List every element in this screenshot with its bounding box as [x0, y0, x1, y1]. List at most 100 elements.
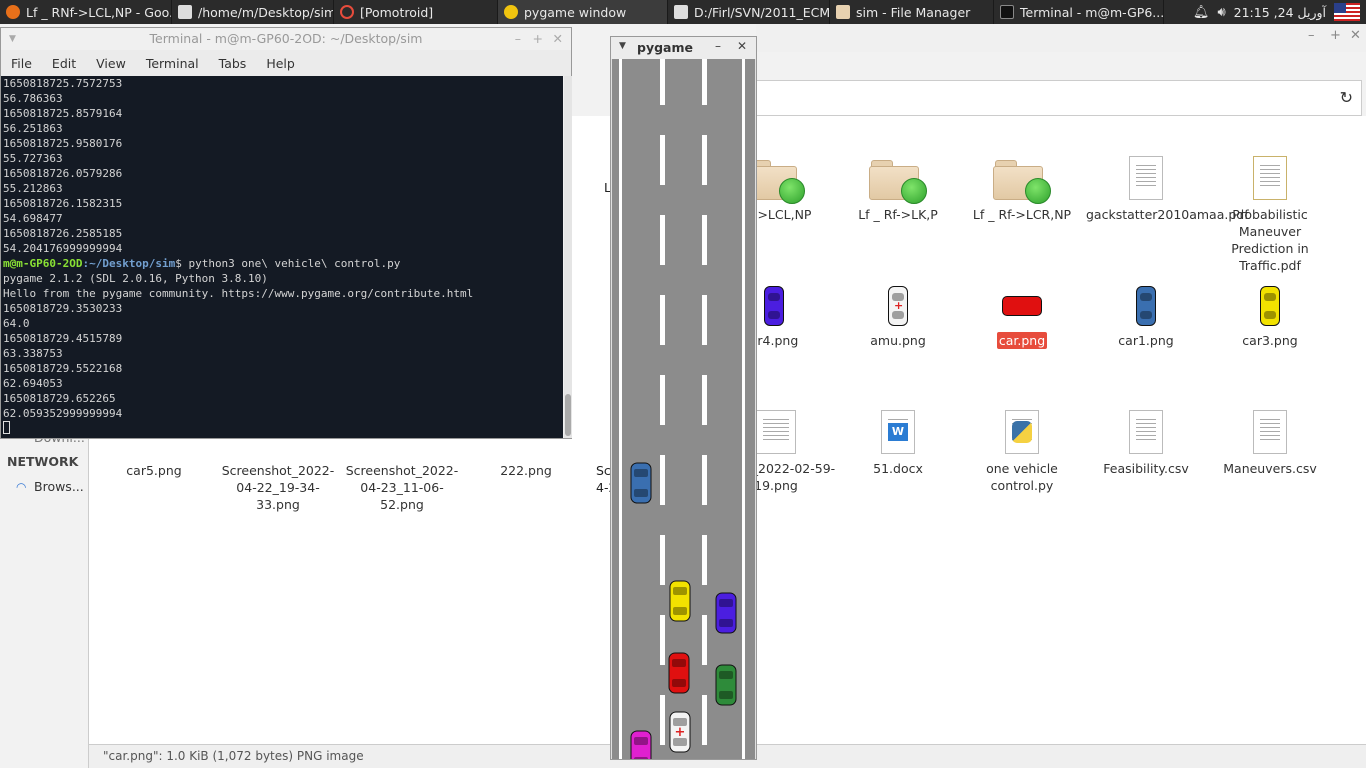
item-label: 51.docx — [873, 461, 923, 476]
window-menu-icon[interactable]: ▼ — [619, 41, 626, 51]
folder-item[interactable]: Lf _ Rf->LCR,NP — [960, 160, 1084, 223]
pomotroid-icon — [340, 5, 354, 19]
folder-icon — [993, 160, 1051, 204]
task-terminal[interactable]: Terminal - m@m-GP6... — [994, 0, 1164, 24]
csv-item[interactable]: Maneuvers.csv — [1208, 410, 1332, 477]
lane-dash — [702, 695, 707, 745]
menu-file[interactable]: File — [1, 56, 42, 71]
csv-item[interactable]: Feasibility.csv — [1084, 410, 1208, 477]
close-icon[interactable]: ✕ — [553, 28, 563, 50]
terminal-output[interactable]: 1650818725.7572753 56.786363 1650818725.85… — [1, 76, 563, 438]
image-item[interactable]: car5.png — [92, 462, 216, 479]
menu-terminal[interactable]: Terminal — [136, 56, 209, 71]
maximize-icon[interactable]: + — [1330, 28, 1341, 43]
minimize-icon[interactable]: – — [715, 39, 721, 53]
output-line: 63.338753 — [3, 347, 63, 360]
output-line: Hello from the pygame community. https:/… — [3, 287, 474, 300]
task-pomotroid[interactable]: [Pomotroid] — [334, 0, 498, 24]
task-document-viewer[interactable]: D:/Firl/SVN/2011_ECM... — [668, 0, 830, 24]
folder-item[interactable]: Lf _ Rf->LK,P — [836, 160, 960, 223]
item-label: Lf _ Rf->LCR,NP — [972, 207, 1072, 222]
output-line: 55.212863 — [3, 182, 63, 195]
firefox-icon — [6, 5, 20, 19]
ambulance-icon: + — [888, 286, 908, 326]
bell-icon[interactable]: 🔔︎ — [1193, 5, 1210, 20]
image-item[interactable]: car1.png — [1084, 286, 1208, 349]
minimize-icon[interactable]: – — [515, 28, 521, 50]
output-line: 1650818726.2585185 — [3, 227, 123, 240]
menu-edit[interactable]: Edit — [42, 56, 86, 71]
window-menu-icon[interactable]: ▼ — [9, 28, 16, 50]
csv-icon — [1129, 410, 1163, 454]
task-label: D:/Firl/SVN/2011_ECM... — [694, 4, 830, 20]
output-line: 56.251863 — [3, 122, 63, 135]
pdf-icon — [1129, 156, 1163, 200]
task-text-editor[interactable]: /home/m/Desktop/sim... — [172, 0, 334, 24]
item-label: car3.png — [1242, 333, 1298, 348]
folder-icon — [869, 160, 927, 204]
image-item[interactable]: 222.png — [464, 462, 588, 479]
docx-item[interactable]: W 51.docx — [836, 410, 960, 477]
car-window — [634, 737, 648, 745]
image-item[interactable]: car3.png — [1208, 286, 1332, 349]
scrollbar-thumb[interactable] — [565, 394, 571, 436]
menu-tabs[interactable]: Tabs — [209, 56, 257, 71]
item-label: car.png — [996, 332, 1048, 349]
task-firefox[interactable]: Lf _ RNf->LCL,NP - Goo... — [0, 0, 172, 24]
minimize-icon[interactable]: – — [1308, 28, 1315, 43]
pygame-titlebar[interactable]: ▼ pygame – ✕ — [611, 37, 756, 59]
task-label: pygame window — [524, 4, 627, 20]
car-window — [634, 757, 648, 765]
close-icon[interactable]: ✕ — [1350, 28, 1361, 43]
car-window — [719, 671, 733, 679]
pdf-item[interactable]: Probabilistic Maneuver Prediction in Tra… — [1208, 156, 1332, 274]
reload-icon[interactable]: ↻ — [1340, 88, 1353, 107]
terminal-titlebar[interactable]: ▼ Terminal - m@m-GP60-2OD: ~/Desktop/sim… — [1, 28, 571, 50]
image-item[interactable]: Screenshot_2022-04-22_19-34-33.png — [214, 462, 342, 513]
location-bar[interactable]: ↻ — [756, 80, 1362, 116]
road-scene: + — [612, 55, 755, 768]
task-pygame[interactable]: pygame window — [498, 0, 668, 24]
maximize-icon[interactable]: + — [533, 28, 543, 50]
lane-dash — [660, 615, 665, 665]
output-line: pygame 2.1.2 (SDL 2.0.16, Python 3.8.10) — [3, 272, 268, 285]
image-item[interactable]: + amu.png — [836, 286, 960, 349]
clock[interactable]: 21:15 ,24 آوریل — [1234, 5, 1326, 20]
python-icon — [1005, 410, 1039, 454]
menu-help[interactable]: Help — [256, 56, 305, 71]
image-item[interactable]: Screenshot_2022-04-23_11-06-52.png — [338, 462, 466, 513]
image-item[interactable]: car.png — [960, 286, 1084, 349]
pdf-icon — [1253, 156, 1287, 200]
car-window — [719, 691, 733, 699]
lane-dash — [660, 375, 665, 425]
task-file-manager[interactable]: sim - File Manager — [830, 0, 994, 24]
output-line: 62.694053 — [3, 377, 63, 390]
file-manager-titlebar[interactable]: – + ✕ — [756, 24, 1366, 52]
green-car — [715, 664, 737, 706]
sidebar-item-browse[interactable]: Brows... — [34, 479, 84, 494]
volume-icon[interactable]: 🔊︎ — [1217, 5, 1225, 20]
road-edge-left — [619, 59, 622, 759]
pygame-canvas[interactable]: + — [612, 55, 755, 768]
lane-dash — [702, 455, 707, 505]
us-flag-icon[interactable] — [1334, 3, 1360, 21]
terminal-title: Terminal - m@m-GP60-2OD: ~/Desktop/sim — [149, 31, 423, 46]
folder-icon — [836, 5, 850, 19]
pdf-item[interactable]: gackstatter2010amaa.pdf — [1084, 156, 1249, 223]
terminal-scrollbar[interactable] — [564, 76, 572, 438]
car-icon — [1002, 296, 1042, 316]
car-icon — [1260, 286, 1280, 326]
python-item[interactable]: one vehicle control.py — [960, 410, 1084, 494]
lane-dash — [660, 695, 665, 745]
car-icon — [764, 286, 784, 326]
output-line: 1650818729.652265 — [3, 392, 116, 405]
prompt-user: m@m-GP60-2OD — [3, 257, 83, 270]
close-icon[interactable]: ✕ — [737, 39, 747, 53]
output-line: 56.786363 — [3, 92, 63, 105]
lane-dash — [660, 295, 665, 345]
terminal-icon — [1000, 5, 1014, 19]
menu-view[interactable]: View — [86, 56, 136, 71]
output-line: 1650818726.1582315 — [3, 197, 123, 210]
item-label: Screenshot_2022-04-22_19-34-33.png — [221, 463, 335, 512]
item-label: Screenshot_2022-04-23_11-06-52.png — [345, 463, 459, 512]
